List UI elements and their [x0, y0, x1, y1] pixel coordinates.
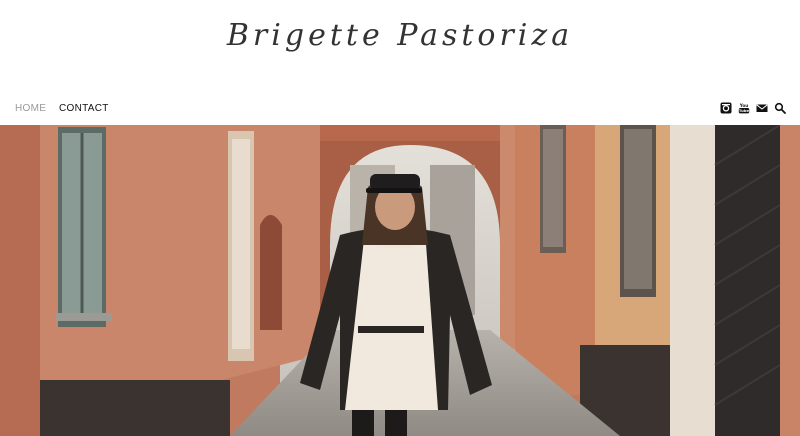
search-icon[interactable] — [774, 102, 786, 114]
hero-photo-illustration — [0, 125, 800, 436]
main-nav: Home Contact You Tube — [0, 100, 800, 124]
svg-text:Tube: Tube — [739, 108, 750, 113]
nav-item-contact[interactable]: Contact — [59, 103, 109, 114]
youtube-icon[interactable]: You Tube — [738, 102, 750, 114]
mail-icon[interactable] — [756, 102, 768, 114]
site-logo[interactable]: Brigette Pastoriza — [0, 18, 800, 53]
instagram-icon[interactable] — [720, 102, 732, 114]
site-header: Brigette Pastoriza — [0, 0, 800, 100]
hero-image — [0, 125, 800, 436]
social-links: You Tube — [720, 100, 786, 116]
nav-item-home[interactable]: Home — [15, 103, 46, 114]
